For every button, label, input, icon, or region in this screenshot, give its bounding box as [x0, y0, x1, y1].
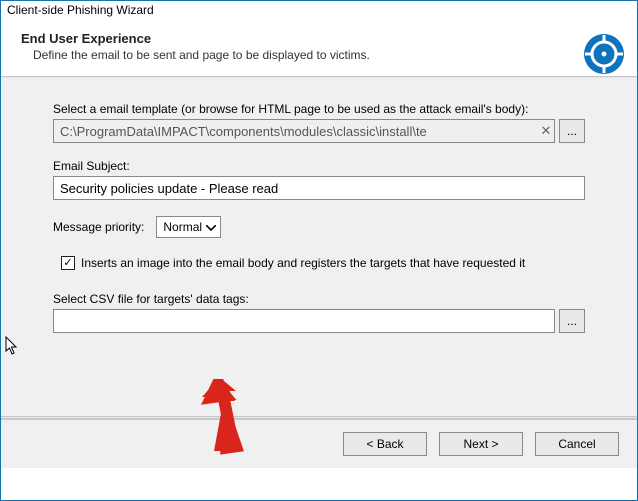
wizard-footer: < Back Next > Cancel — [1, 418, 637, 468]
priority-label: Message priority: — [53, 220, 144, 234]
window-title: Client-side Phishing Wizard — [7, 3, 154, 17]
insert-image-checkbox[interactable]: ✓ — [61, 256, 75, 270]
email-subject-input[interactable] — [53, 176, 585, 200]
chevron-down-icon — [206, 220, 216, 234]
back-button[interactable]: < Back — [343, 432, 427, 456]
next-button[interactable]: Next > — [439, 432, 523, 456]
cancel-button[interactable]: Cancel — [535, 432, 619, 456]
target-icon — [583, 33, 625, 75]
window-titlebar: Client-side Phishing Wizard — [1, 1, 637, 21]
csv-label: Select CSV file for targets' data tags: — [53, 292, 585, 306]
priority-select[interactable]: Normal — [156, 216, 221, 238]
clear-template-icon[interactable]: ✕ — [537, 123, 555, 139]
page-title: End User Experience — [21, 31, 617, 46]
browse-csv-button[interactable]: ... — [559, 309, 585, 333]
template-path-input[interactable] — [53, 119, 555, 143]
priority-value: Normal — [163, 220, 202, 234]
wizard-header: End User Experience Define the email to … — [1, 21, 637, 76]
csv-path-input[interactable] — [53, 309, 555, 333]
insert-image-label: Inserts an image into the email body and… — [81, 256, 525, 270]
page-subtitle: Define the email to be sent and page to … — [33, 48, 617, 62]
template-label: Select a email template (or browse for H… — [53, 102, 585, 116]
wizard-body: Select a email template (or browse for H… — [1, 78, 637, 416]
subject-label: Email Subject: — [53, 159, 585, 173]
browse-template-button[interactable]: ... — [559, 119, 585, 143]
